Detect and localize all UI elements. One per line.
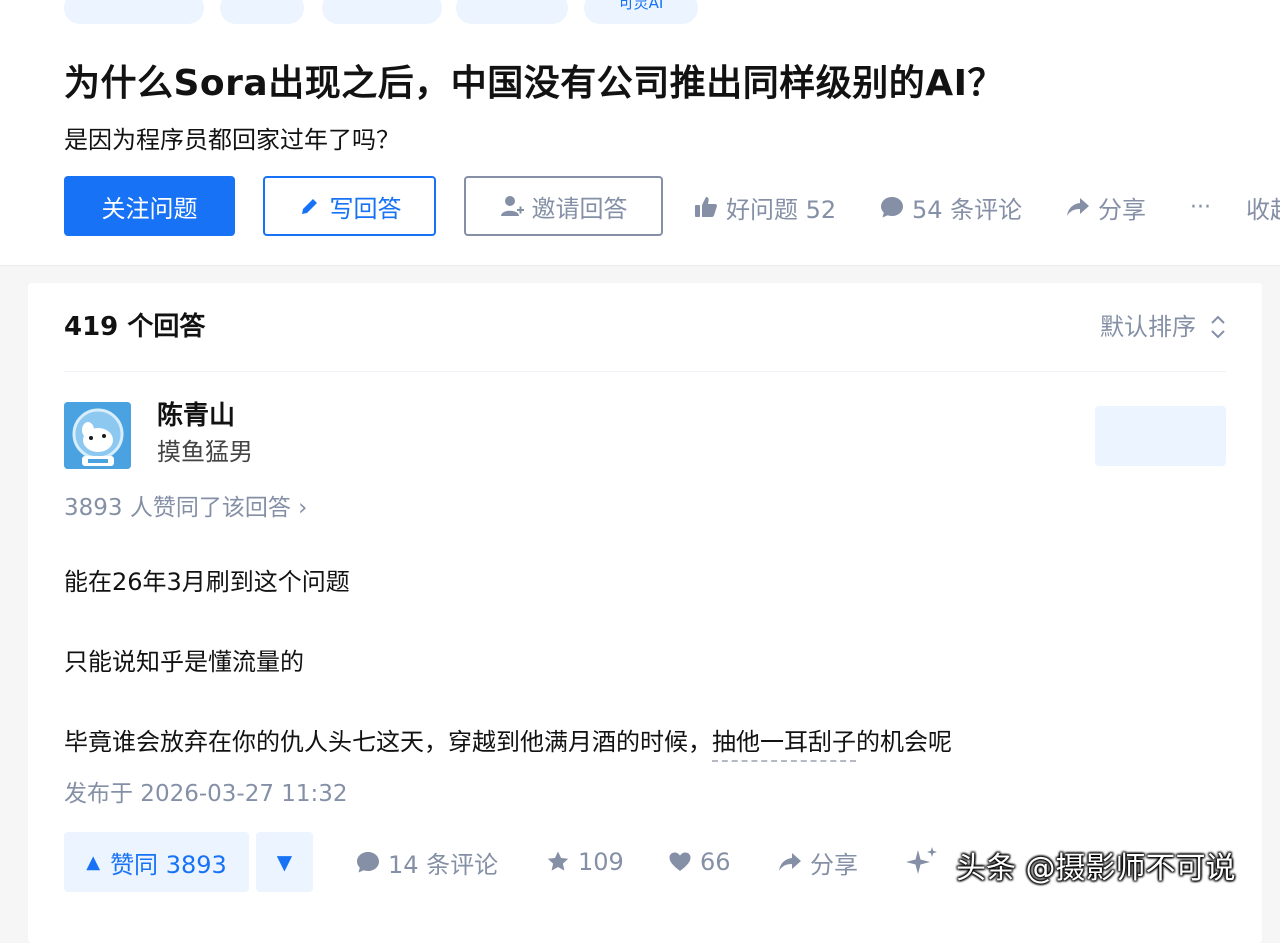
more-icon: ··· xyxy=(1190,194,1211,220)
answers-card: 419 个回答 默认排序 陈青山 摸鱼猛男 3893 人赞同了该回答 › 能在2… xyxy=(28,283,1262,943)
search-keyword-link[interactable]: 抽他一耳刮子 xyxy=(712,728,856,762)
topic-tag[interactable] xyxy=(220,0,304,24)
favorite-count: 109 xyxy=(578,848,624,876)
write-answer-label: 写回答 xyxy=(329,194,402,223)
author-avatar[interactable] xyxy=(64,402,131,469)
author-name[interactable]: 陈青山 xyxy=(157,398,235,434)
question-comments-label: 54 条评论 xyxy=(912,195,1023,224)
answer-comments-label: 14 条评论 xyxy=(388,850,499,879)
comment-icon xyxy=(357,852,379,873)
topic-tag[interactable] xyxy=(64,0,204,24)
topic-tag[interactable] xyxy=(456,0,568,24)
sparkle-icon xyxy=(906,847,937,874)
topic-tag[interactable]: 可灵AI xyxy=(584,0,698,24)
share-arrow-icon xyxy=(779,853,801,871)
upvote-arrow-icon: ▲ xyxy=(86,851,101,873)
downvote-button[interactable]: ▼ xyxy=(256,832,313,892)
question-detail: 是因为程序员都回家过年了吗？ xyxy=(64,126,400,154)
pencil-icon xyxy=(301,199,317,214)
sort-label: 默认排序 xyxy=(1100,313,1196,341)
heart-icon xyxy=(669,852,691,871)
avatar-image xyxy=(64,402,131,469)
answer-share-button[interactable]: 分享 xyxy=(778,845,858,879)
topic-tag[interactable] xyxy=(322,0,442,24)
question-share-button[interactable]: 分享 xyxy=(1066,190,1146,224)
share-arrow-icon xyxy=(1067,198,1089,216)
answer-share-label: 分享 xyxy=(810,850,858,879)
answers-list-header: 419 个回答 默认排序 xyxy=(64,283,1226,372)
topic-tag-label: 可灵AI xyxy=(618,0,664,12)
follow-question-button[interactable]: 关注问题 xyxy=(64,176,235,236)
like-button[interactable]: 66 xyxy=(668,845,731,879)
sort-dropdown[interactable]: 默认排序 xyxy=(1100,307,1226,347)
answer-count: 419 个回答 xyxy=(64,312,206,342)
follow-author-button[interactable] xyxy=(1095,406,1226,466)
paragraph-text: 毕竟谁会放弃在你的仇人头七这天，穿越到他满月酒的时候， xyxy=(64,728,712,756)
star-icon xyxy=(547,851,569,871)
ai-sparkle-button[interactable] xyxy=(906,845,938,879)
upvote-label: 赞同 3893 xyxy=(110,850,227,879)
like-count: 66 xyxy=(700,848,731,876)
answer-paragraph: 只能说知乎是懂流量的 xyxy=(64,648,304,676)
follow-question-label: 关注问题 xyxy=(101,194,198,223)
upvote-button[interactable]: ▲ 赞同 3893 xyxy=(64,832,249,892)
more-actions-button[interactable]: ··· xyxy=(1190,190,1211,224)
invite-answer-label: 邀请回答 xyxy=(531,194,628,223)
invite-answer-button[interactable]: 邀请回答 xyxy=(464,176,663,236)
collapse-button[interactable]: 收起 xyxy=(1246,190,1280,224)
watermark-text: 头条 @摄影师不可说 xyxy=(956,851,1236,886)
publish-time: 发布于 2026-03-27 11:32 xyxy=(64,781,348,807)
answer-paragraph: 能在26年3月刷到这个问题 xyxy=(64,568,350,596)
question-share-label: 分享 xyxy=(1098,195,1146,224)
voters-link[interactable]: 3893 人赞同了该回答 › xyxy=(64,491,307,525)
question-header: 可灵AI 为什么Sora出现之后，中国没有公司推出同样级别的AI？ 是因为程序员… xyxy=(0,0,1280,266)
answer-paragraph: 毕竟谁会放弃在你的仇人头七这天，穿越到他满月酒的时候，抽他一耳刮子的机会呢 xyxy=(64,724,952,762)
answer-comments-button[interactable]: 14 条评论 xyxy=(356,845,498,879)
comment-icon xyxy=(881,197,903,218)
question-comments-button[interactable]: 54 条评论 xyxy=(880,190,1022,224)
thumbs-up-icon xyxy=(695,197,717,217)
invite-user-icon xyxy=(500,196,524,216)
author-headline: 摸鱼猛男 xyxy=(157,438,253,466)
collapse-label: 收起 xyxy=(1246,195,1280,224)
paragraph-text: 的机会呢 xyxy=(856,728,952,756)
question-title: 为什么Sora出现之后，中国没有公司推出同样级别的AI？ xyxy=(64,63,1004,104)
favorite-button[interactable]: 109 xyxy=(546,845,624,879)
good-question-label: 好问题 52 xyxy=(726,195,837,224)
write-answer-button[interactable]: 写回答 xyxy=(263,176,436,236)
sort-chevron-icon xyxy=(1211,315,1225,339)
downvote-arrow-icon: ▼ xyxy=(276,850,293,874)
good-question-button[interactable]: 好问题 52 xyxy=(694,190,836,224)
